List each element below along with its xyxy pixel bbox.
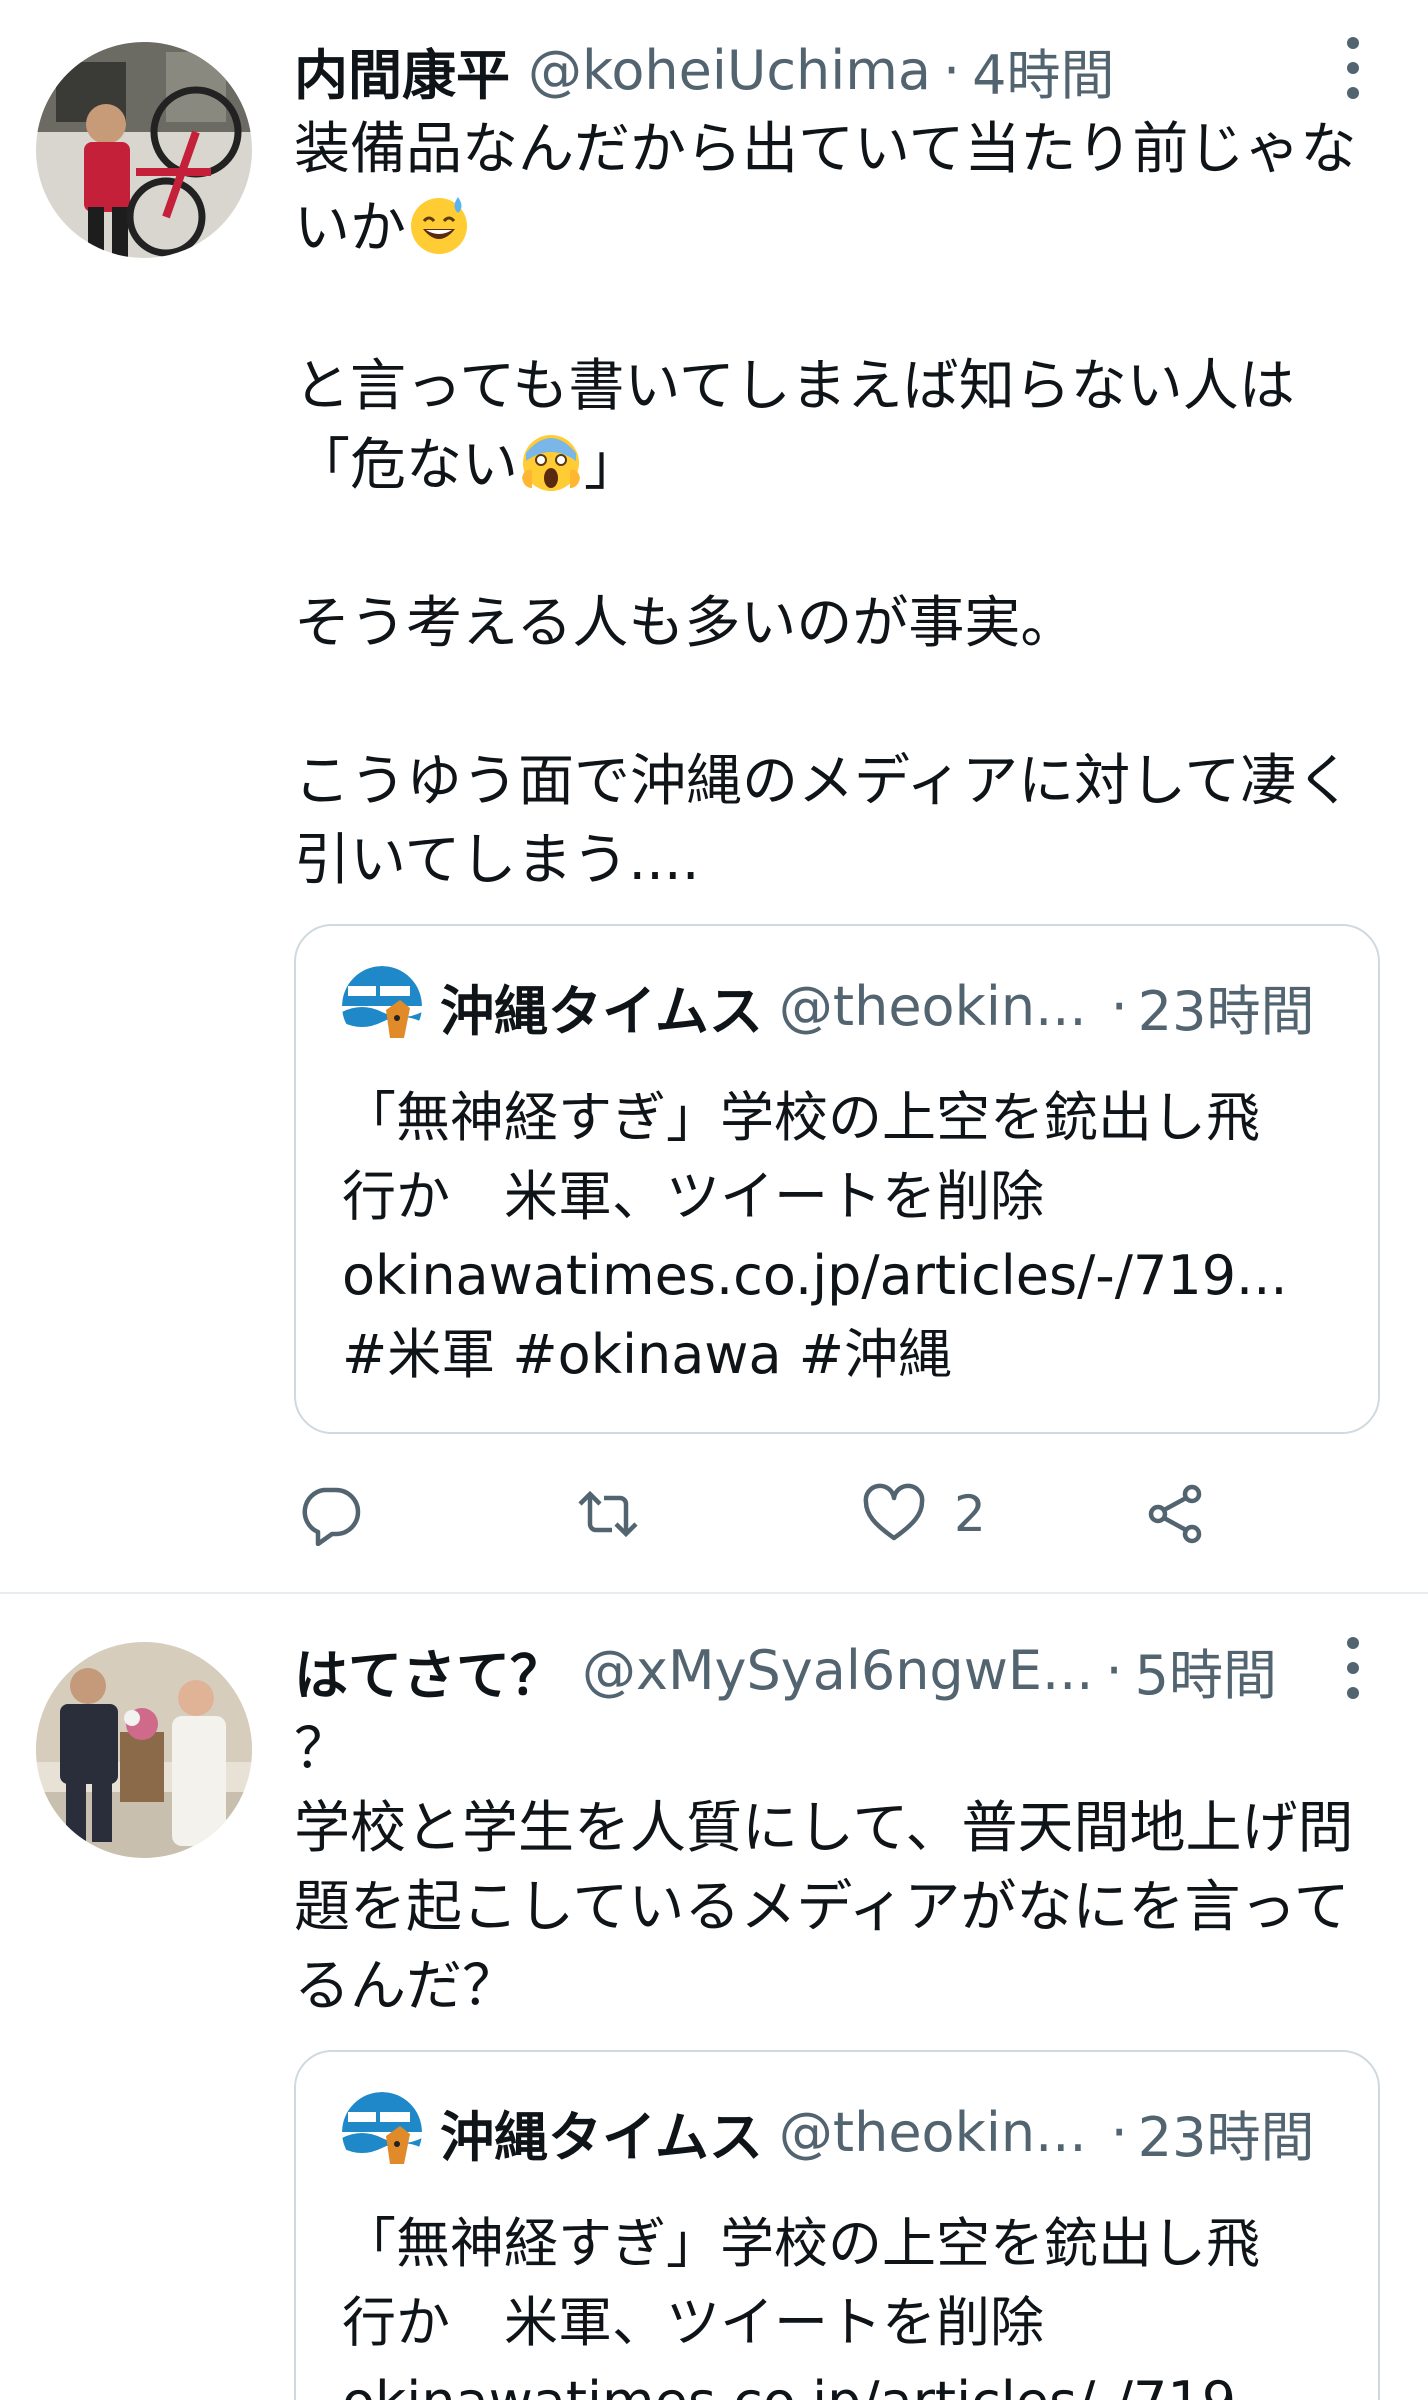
quoted-user-handle: @theokin...	[778, 974, 1087, 1038]
quoted-tweet-header: 沖縄タイムス @theokin... · 23時間	[342, 966, 1334, 1046]
quoted-line: 行か 米軍、ツイートを削除	[342, 2291, 1044, 2354]
quoted-hashtags[interactable]: #米軍 #okinawa #沖縄	[342, 1315, 1334, 1394]
tweet-action-bar: 2	[294, 1474, 1234, 1554]
tweet-line: 学校と学生を人質にして、普天間地上げ問	[294, 1796, 1354, 1861]
display-name[interactable]: 内間康平	[294, 31, 510, 110]
tweet-line: と言っても書いてしまえば知らない人は	[294, 354, 1295, 419]
quoted-timestamp: 23時間	[1137, 2105, 1315, 2169]
quoted-timestamp: 23時間	[1137, 979, 1315, 1043]
quoted-user-avatar	[342, 966, 422, 1046]
display-name[interactable]: はてさて？	[294, 1631, 564, 1710]
tweet-line: 「危ない 」	[294, 426, 1392, 505]
tweet[interactable]: 内間康平 @koheiUchima · 4時間 装備品なんだから出ていて当たり前…	[0, 0, 1428, 1593]
quoted-link[interactable]: okinawatimes.co.jp/articles/-/719...	[342, 2362, 1334, 2400]
share-button[interactable]	[1144, 1474, 1208, 1554]
quoted-user-handle: @theokin...	[778, 2100, 1087, 2164]
tweet-text: 装備品なんだから出ていて当たり前じゃな いか と言っても書いてしまえば知らない人…	[294, 110, 1392, 900]
scream-emoji-icon	[518, 428, 584, 494]
tweet-line: ？	[294, 1717, 350, 1782]
quoted-line: 行か 米軍、ツイートを削除	[342, 1165, 1044, 1228]
tweet-line: るんだ？	[294, 1954, 518, 2019]
quoted-tweet-text: 「無神経すぎ」学校の上空を銃出し飛 行か 米軍、ツイートを削除 okinawat…	[342, 2204, 1334, 2400]
quoted-tweet-header: 沖縄タイムス @theokin... · 23時間	[342, 2092, 1334, 2172]
tweet-line: 引いてしまう....	[294, 828, 700, 893]
tweet-text: ？ 学校と学生を人質にして、普天間地上げ問 題を起こしているメディアがなにを言っ…	[294, 1710, 1392, 2026]
tweet-line: こうゆう面で沖縄のメディアに対して凄く	[294, 749, 1353, 814]
quoted-user-avatar	[342, 2092, 422, 2172]
separator-dot: ·	[942, 38, 961, 102]
quoted-display-name: 沖縄タイムス	[440, 2105, 763, 2169]
reply-icon	[298, 1482, 362, 1546]
quoted-link[interactable]: okinawatimes.co.jp/articles/-/719...	[342, 1236, 1334, 1315]
tweet-line: 題を起こしているメディアがなにを言って	[294, 1875, 1350, 1940]
heart-icon	[862, 1482, 926, 1546]
user-handle[interactable]: @xMySyal6ngwE...	[582, 1639, 1093, 1702]
tweet-header: はてさて？ @xMySyal6ngwE... · 5時間	[294, 1630, 1332, 1710]
tweet-header: 内間康平 @koheiUchima · 4時間	[294, 30, 1332, 110]
reply-button[interactable]	[298, 1474, 362, 1554]
quoted-line: 「無神経すぎ」学校の上空を銃出し飛	[342, 2212, 1260, 2275]
timestamp[interactable]: 5時間	[1135, 1631, 1277, 1710]
quoted-line: 「無神経すぎ」学校の上空を銃出し飛	[342, 1086, 1260, 1149]
like-count: 2	[954, 1485, 986, 1543]
tweet[interactable]: はてさて？ @xMySyal6ngwE... · 5時間 ？ 学校と学生を人質に…	[0, 1594, 1428, 2400]
user-avatar[interactable]	[36, 1642, 252, 1858]
tweet-line: そう考える人も多いのが事実。	[294, 591, 1077, 656]
sweat-smile-emoji-icon	[406, 191, 472, 257]
separator-dot: ·	[1105, 1638, 1123, 1702]
user-handle[interactable]: @koheiUchima	[528, 39, 931, 102]
separator-dot: ·	[1110, 974, 1128, 1038]
quoted-tweet-text: 「無神経すぎ」学校の上空を銃出し飛 行か 米軍、ツイートを削除 okinawat…	[342, 1078, 1334, 1394]
quoted-tweet-card[interactable]: 沖縄タイムス @theokin... · 23時間 「無神経すぎ」学校の上空を銃…	[294, 924, 1380, 1434]
separator-dot: ·	[1110, 2100, 1128, 2164]
quoted-display-name: 沖縄タイムス	[440, 979, 763, 1043]
timestamp[interactable]: 4時間	[972, 31, 1114, 110]
more-options-icon[interactable]	[1338, 1633, 1368, 1703]
tweet-line: いか	[294, 189, 1392, 268]
quoted-tweet-card[interactable]: 沖縄タイムス @theokin... · 23時間 「無神経すぎ」学校の上空を銃…	[294, 2050, 1380, 2400]
share-icon	[1144, 1482, 1208, 1546]
more-options-icon[interactable]	[1338, 33, 1368, 103]
retweet-button[interactable]	[576, 1474, 640, 1554]
tweet-line: 装備品なんだから出ていて当たり前じゃな	[294, 117, 1357, 182]
like-button[interactable]: 2	[862, 1474, 986, 1554]
retweet-icon	[576, 1482, 640, 1546]
user-avatar[interactable]	[36, 42, 252, 258]
